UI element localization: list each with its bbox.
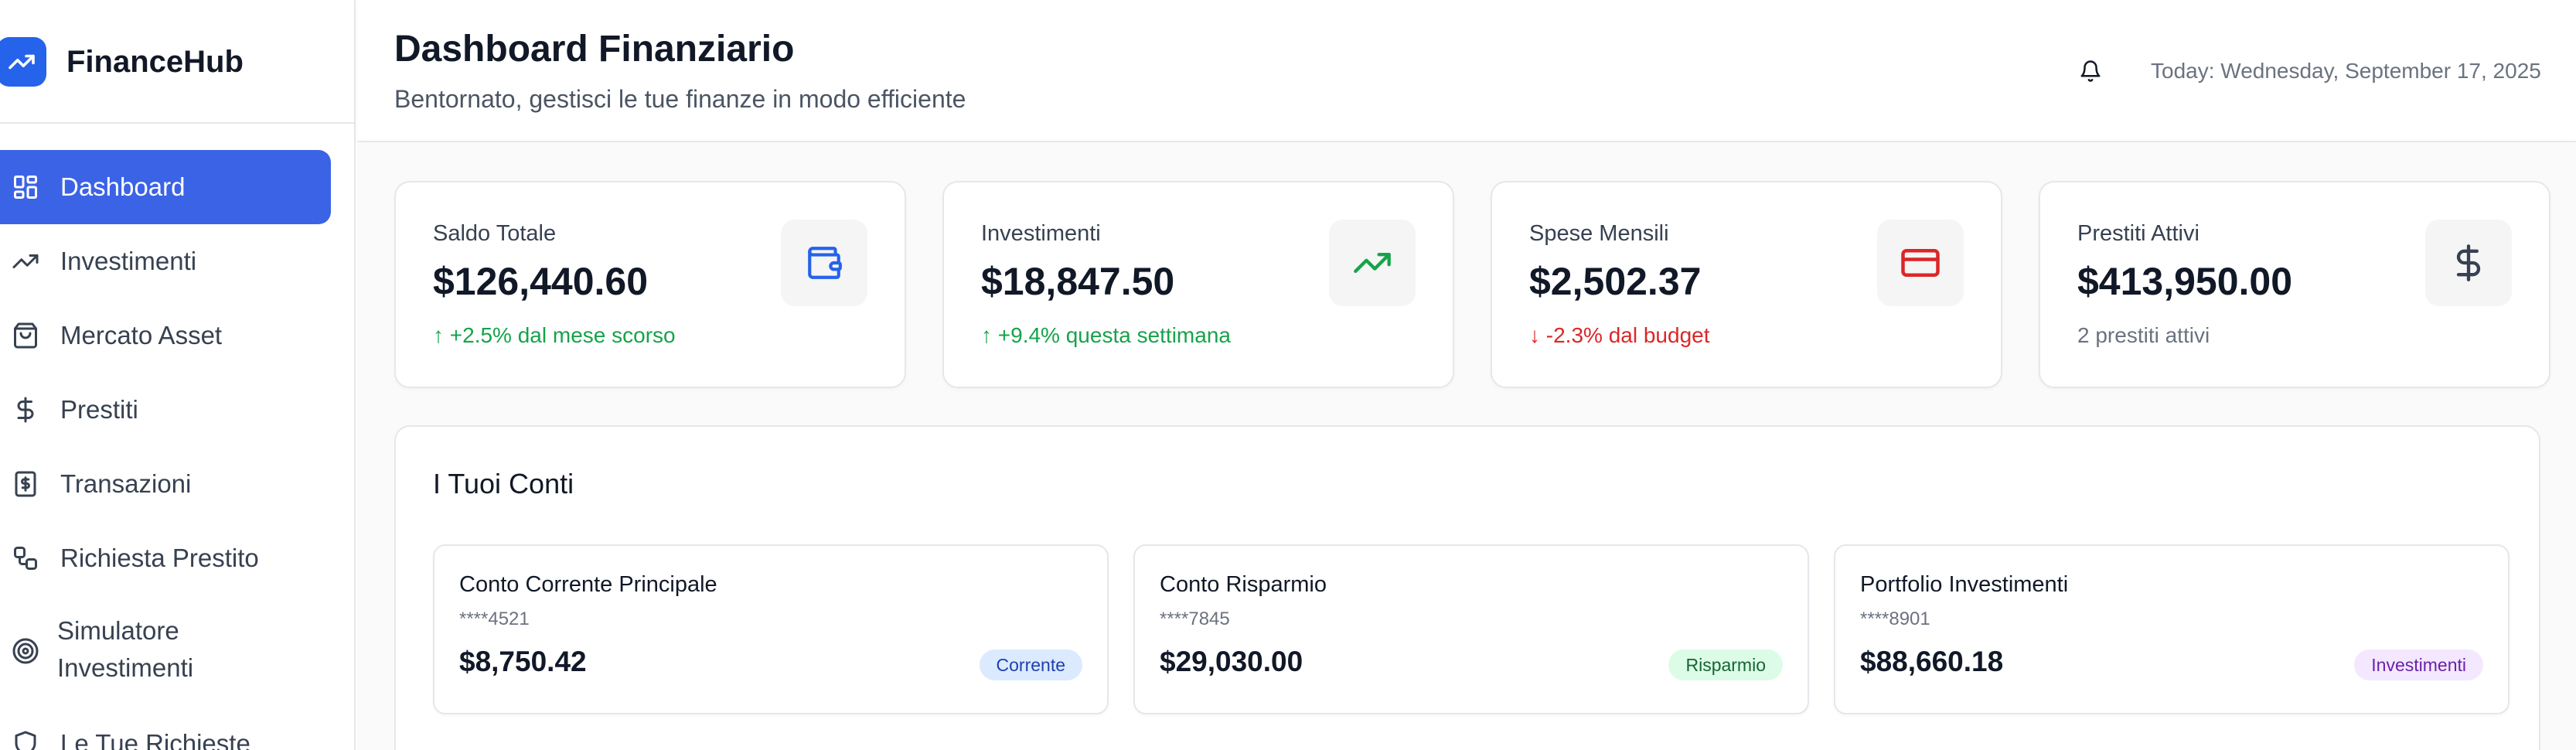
stat-trend: ↑ +2.5% dal mese scorso: [433, 323, 676, 347]
trending-up-icon: [1329, 220, 1416, 306]
stat-card-prestiti-attivi: Prestiti Attivi $413,950.00 2 prestiti a…: [2039, 181, 2550, 388]
sidebar-item-richiesta-prestito[interactable]: Richiesta Prestito: [0, 521, 331, 595]
account-card[interactable]: Portfolio Investimenti ****8901 $88,660.…: [1834, 544, 2510, 714]
stat-trend: ↑ +9.4% questa settimana: [981, 323, 1231, 347]
account-type-badge: Investimenti: [2354, 649, 2483, 680]
stat-label: Prestiti Attivi: [2077, 221, 2199, 246]
account-name: Portfolio Investimenti: [1860, 572, 2069, 597]
account-type-badge: Corrente: [979, 649, 1082, 680]
stat-card-investimenti: Investimenti $18,847.50 ↑ +9.4% questa s…: [942, 181, 1454, 388]
stat-trend: 2 prestiti attivi: [2077, 323, 2210, 347]
sidebar-item-label: Prestiti: [60, 395, 138, 424]
dollar-sign-icon: [2425, 220, 2512, 306]
accounts-title: I Tuoi Conti: [433, 468, 574, 499]
stat-value: $413,950.00: [2077, 260, 2293, 303]
logo-trending-up-icon: [0, 37, 46, 87]
app-name: FinanceHub: [66, 45, 244, 79]
main-content: Saldo Totale $126,440.60 ↑ +2.5% dal mes…: [357, 144, 2576, 750]
sidebar-item-investimenti[interactable]: Investimenti: [0, 224, 331, 298]
stat-trend: ↓ -2.3% dal budget: [1529, 323, 1710, 347]
accounts-panel: I Tuoi Conti Conto Corrente Principale *…: [394, 425, 2540, 750]
shopping-bag-icon: [11, 321, 40, 350]
account-card[interactable]: Conto Risparmio ****7845 $29,030.00 Risp…: [1133, 544, 1809, 714]
sidebar-item-label: Dashboard: [60, 172, 186, 201]
sidebar: FinanceHub Dashboard Investimenti Mercat…: [0, 0, 356, 750]
page-subtitle: Bentornato, gestisci le tue finanze in m…: [394, 85, 966, 113]
sidebar-item-label: Mercato Asset: [60, 321, 223, 349]
sidebar-item-label-line1: Simulatore: [57, 616, 179, 645]
layout-grid-icon: [11, 172, 40, 202]
sidebar-item-le-tue-richieste[interactable]: Le Tue Richieste: [0, 707, 331, 750]
account-name: Conto Risparmio: [1160, 572, 1327, 597]
sidebar-item-transazioni[interactable]: Transazioni: [0, 447, 331, 521]
stat-card-spese-mensili: Spese Mensili $2,502.37 ↓ -2.3% dal budg…: [1491, 181, 2002, 388]
stat-value: $2,502.37: [1529, 260, 1702, 303]
receipt-icon: [11, 469, 40, 499]
account-balance: $88,660.18: [1860, 646, 2004, 677]
sidebar-item-dashboard[interactable]: Dashboard: [0, 150, 331, 224]
stat-value: $126,440.60: [433, 260, 649, 303]
sidebar-item-label: Le Tue Richieste: [60, 729, 250, 750]
sidebar-item-label-line2: Investimenti: [57, 653, 194, 682]
stat-label: Saldo Totale: [433, 221, 557, 246]
stat-label: Investimenti: [981, 221, 1101, 246]
dollar-sign-icon: [11, 395, 40, 424]
stat-label: Spese Mensili: [1529, 221, 1669, 246]
account-name: Conto Corrente Principale: [459, 572, 717, 597]
sidebar-item-label: Transazioni: [60, 469, 192, 498]
account-number: ****4521: [459, 609, 530, 629]
shield-icon: [11, 729, 40, 750]
sidebar-item-label: Investimenti: [60, 247, 197, 275]
target-icon: [11, 636, 40, 666]
account-balance: $8,750.42: [459, 646, 587, 677]
sidebar-item-simulatore-investimenti[interactable]: Simulatore Investimenti: [0, 606, 331, 696]
sidebar-item-label: Simulatore Investimenti: [57, 612, 193, 687]
bell-icon[interactable]: [2075, 56, 2106, 87]
account-type-badge: Risparmio: [1668, 649, 1783, 680]
credit-card-icon: [1877, 220, 1964, 306]
sidebar-item-mercato-asset[interactable]: Mercato Asset: [0, 298, 331, 373]
account-number: ****8901: [1860, 609, 1930, 629]
account-number: ****7845: [1160, 609, 1230, 629]
brand: FinanceHub: [0, 0, 356, 124]
page-title: Dashboard Finanziario: [394, 29, 795, 70]
account-card[interactable]: Conto Corrente Principale ****4521 $8,75…: [433, 544, 1109, 714]
page-header: Dashboard Finanziario Bentornato, gestis…: [357, 0, 2576, 142]
trending-up-icon: [11, 247, 40, 276]
stat-value: $18,847.50: [981, 260, 1175, 303]
stat-card-saldo-totale: Saldo Totale $126,440.60 ↑ +2.5% dal mes…: [394, 181, 906, 388]
sidebar-item-prestiti[interactable]: Prestiti: [0, 373, 331, 447]
today-date: Today: Wednesday, September 17, 2025: [2151, 59, 2541, 83]
sidebar-item-label: Richiesta Prestito: [60, 544, 259, 572]
workflow-icon: [11, 544, 40, 573]
account-balance: $29,030.00: [1160, 646, 1303, 677]
wallet-icon: [781, 220, 867, 306]
